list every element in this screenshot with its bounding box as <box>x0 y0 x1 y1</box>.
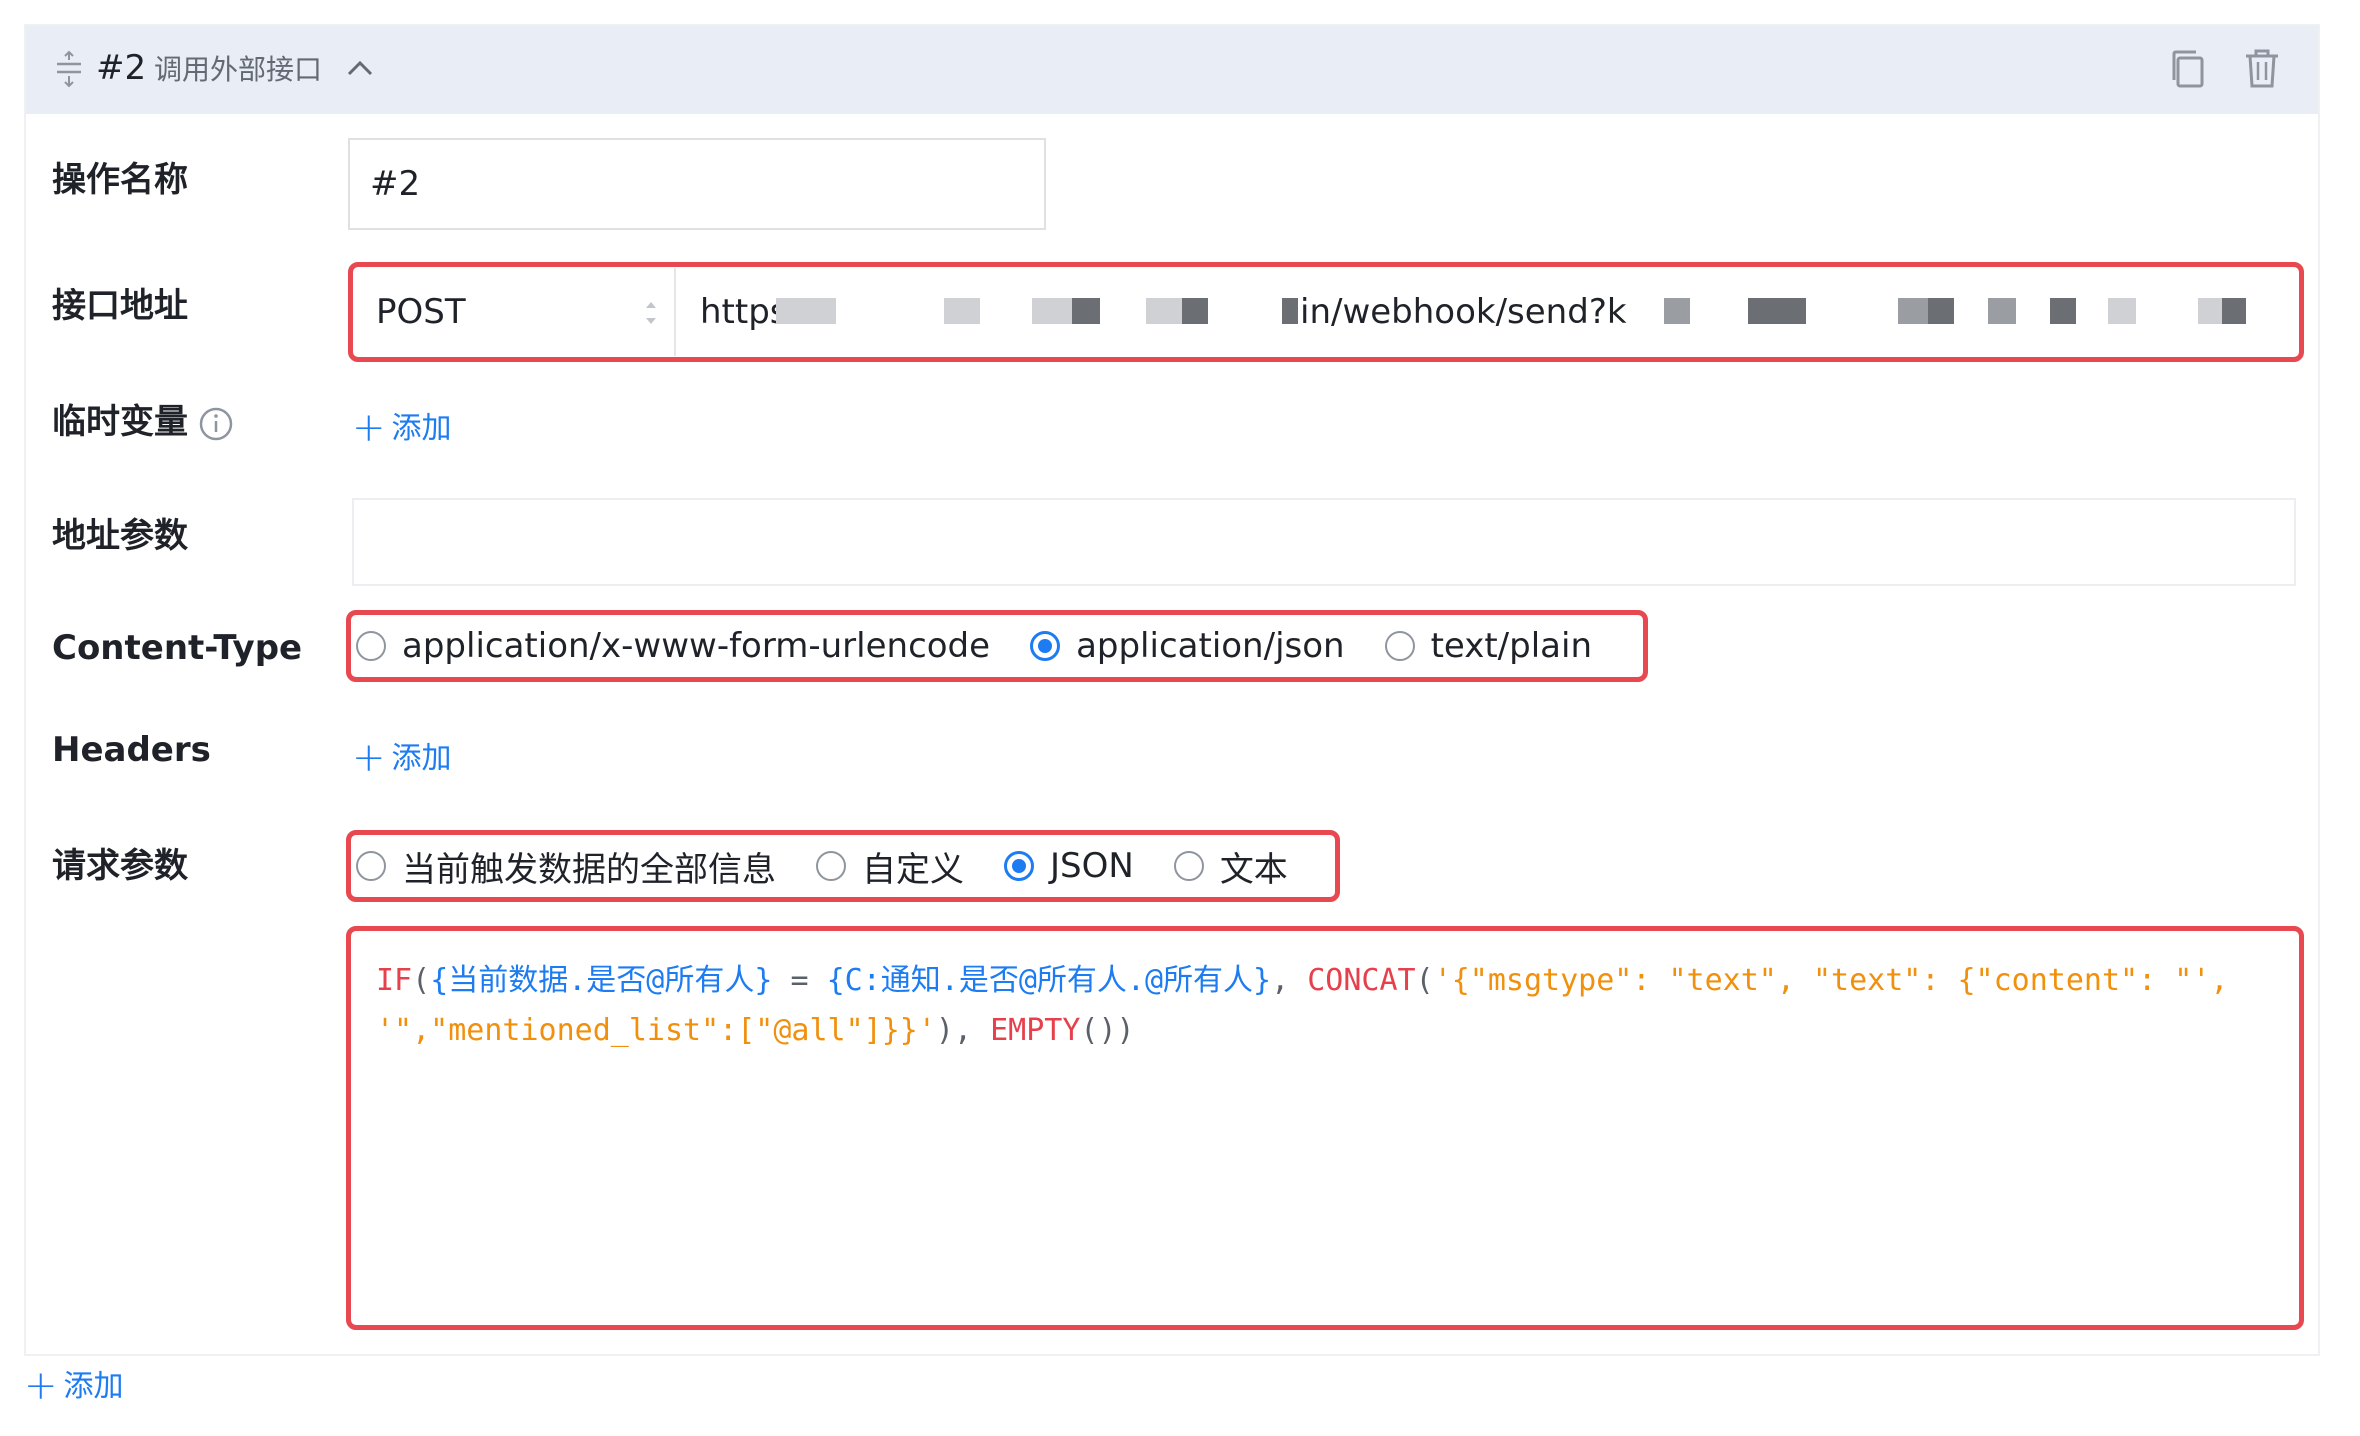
redacted-block <box>944 298 980 324</box>
headers-label: Headers <box>52 730 211 770</box>
redacted-block <box>1146 298 1182 324</box>
code-field: {当前数据.是否@所有人} <box>430 963 773 998</box>
url-params-area[interactable] <box>352 498 2296 586</box>
redacted-block <box>2222 298 2246 324</box>
chevron-up-icon[interactable] <box>346 56 374 80</box>
redacted-block <box>1988 298 2016 324</box>
formula-editor[interactable]: IF({当前数据.是否@所有人} = {C:通知.是否@所有人.@所有人}, C… <box>356 934 2296 1322</box>
code-function: IF <box>376 963 413 998</box>
select-arrows-icon <box>646 302 656 324</box>
info-icon[interactable] <box>198 406 234 442</box>
code-punctuation: ()) <box>1080 1013 1135 1048</box>
redacted-block <box>1928 298 1954 324</box>
content-type-label: Content-Type <box>52 628 303 668</box>
add-header-button[interactable]: + 添加 <box>352 738 452 779</box>
redacted-block <box>1072 298 1100 324</box>
name-label: 操作名称 <box>52 160 188 200</box>
trash-icon[interactable] <box>2240 46 2284 92</box>
radio-icon <box>356 631 386 661</box>
content-type-option-urlencoded[interactable]: application/x-www-form-urlencode <box>356 626 990 666</box>
copy-icon[interactable] <box>2166 46 2210 92</box>
radio-icon <box>1384 631 1415 661</box>
add-temp-var-label: 添加 <box>391 411 452 446</box>
code-function: EMPTY <box>990 1013 1081 1048</box>
redacted-block <box>1664 298 1690 324</box>
redacted-block <box>2108 298 2136 324</box>
operation-card: #2 调用外部接口 操作名称 #2 接口地址 POST https: in/we… <box>24 24 2320 1356</box>
temp-vars-label-text: 临时变量 <box>52 402 188 442</box>
add-header-label: 添加 <box>391 741 452 776</box>
url-label: 接口地址 <box>52 286 188 326</box>
temp-vars-label: 临时变量 <box>52 400 234 444</box>
radio-checked-icon <box>1030 631 1061 661</box>
redacted-block <box>2050 298 2076 324</box>
code-operator: = <box>772 963 827 998</box>
code-punctuation: ( <box>1415 963 1434 998</box>
radio-icon <box>356 851 386 881</box>
radio-icon <box>816 851 846 881</box>
redacted-block <box>1032 298 1072 324</box>
url-params-label: 地址参数 <box>52 516 188 556</box>
add-operation-label: 添加 <box>63 1369 124 1404</box>
operation-index: #2 <box>96 48 147 88</box>
content-type-option-label: text/plain <box>1430 626 1592 666</box>
request-params-radio-group: 当前触发数据的全部信息 自定义 JSON 文本 <box>356 842 1288 891</box>
redacted-block <box>1748 298 1806 324</box>
drag-handle-icon[interactable] <box>54 50 84 90</box>
code-function: CONCAT <box>1307 963 1416 998</box>
redacted-block <box>776 298 836 324</box>
request-params-option-label: JSON <box>1050 846 1134 886</box>
plus-icon: + <box>352 735 386 781</box>
method-value: POST <box>376 292 466 332</box>
content-type-option-label: application/json <box>1076 626 1345 666</box>
redacted-block <box>1282 298 1298 324</box>
redacted-block <box>2198 298 2222 324</box>
request-params-option-label: 文本 <box>1219 849 1288 890</box>
operation-type-label: 调用外部接口 <box>154 53 323 86</box>
content-type-radio-group: application/x-www-form-urlencode applica… <box>356 624 1592 668</box>
request-params-option-custom[interactable]: 自定义 <box>816 842 964 891</box>
url-value-middle: in/webhook/send?k <box>1300 292 1627 332</box>
method-select[interactable]: POST <box>356 268 676 356</box>
url-row: POST https: in/webhook/send?k <box>356 268 2296 356</box>
code-punctuation: , <box>1271 963 1308 998</box>
code-field: {C:通知.是否@所有人.@所有人} <box>826 963 1272 998</box>
content-type-option-text[interactable]: text/plain <box>1384 626 1592 666</box>
radio-checked-icon <box>1004 851 1034 881</box>
request-params-option-all[interactable]: 当前触发数据的全部信息 <box>356 842 776 891</box>
add-temp-var-button[interactable]: + 添加 <box>352 408 452 449</box>
redacted-block <box>1898 298 1928 324</box>
content-type-option-label: application/x-www-form-urlencode <box>402 626 991 666</box>
request-params-option-label: 当前触发数据的全部信息 <box>402 849 776 890</box>
request-params-label: 请求参数 <box>52 846 188 886</box>
content-type-option-json[interactable]: application/json <box>1030 626 1345 666</box>
add-operation-button[interactable]: + 添加 <box>24 1366 124 1407</box>
request-params-option-label: 自定义 <box>862 849 964 890</box>
radio-icon <box>1173 851 1204 881</box>
plus-icon: + <box>24 1363 58 1409</box>
code-punctuation: ), <box>935 1013 991 1048</box>
operation-header[interactable]: #2 调用外部接口 <box>26 26 2318 114</box>
operation-name-input[interactable]: #2 <box>348 138 1046 230</box>
redacted-block <box>1182 298 1208 324</box>
code-punctuation: ( <box>412 963 431 998</box>
request-params-option-json[interactable]: JSON <box>1004 846 1134 886</box>
plus-icon: + <box>352 405 386 451</box>
request-params-option-text[interactable]: 文本 <box>1173 842 1288 891</box>
